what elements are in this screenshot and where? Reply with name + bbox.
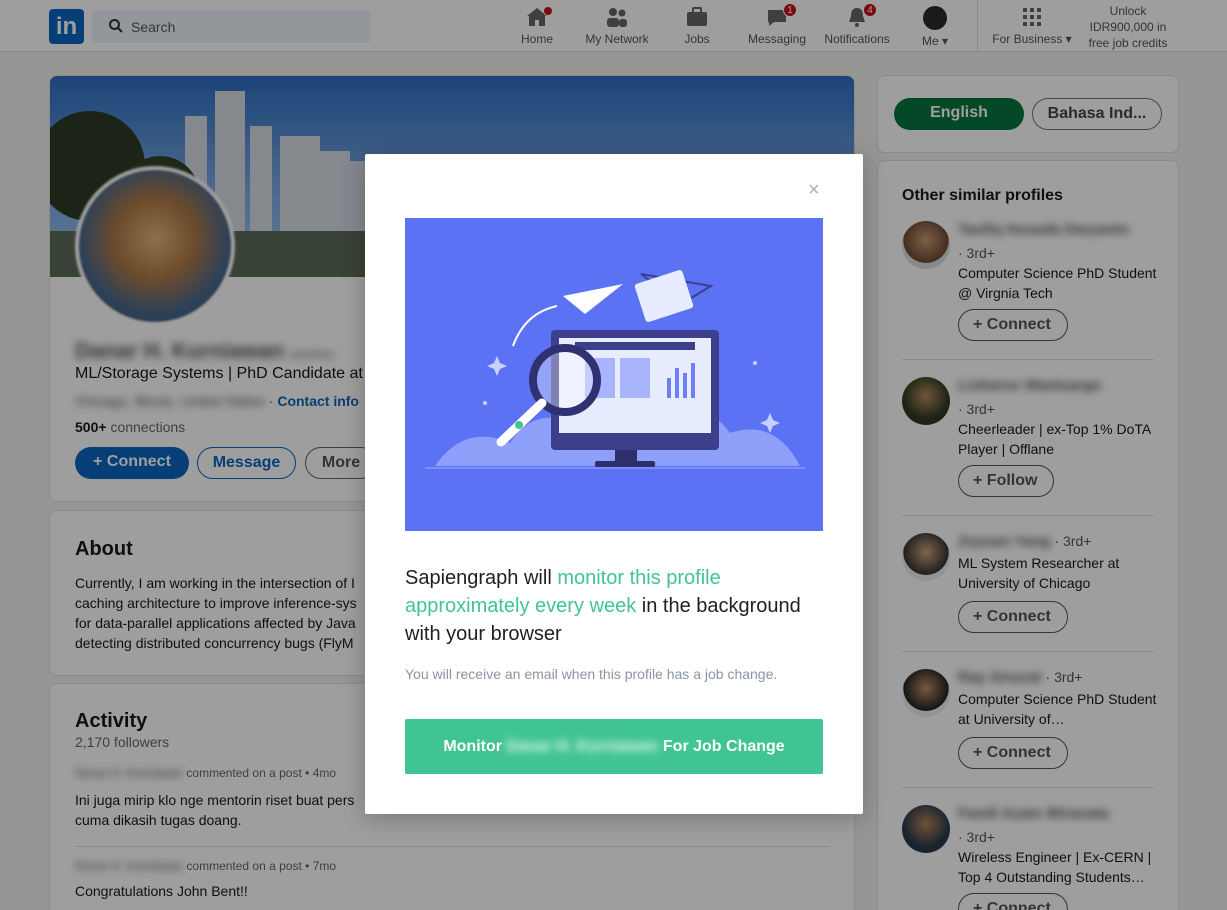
modal-subtitle: You will receive an email when this prof…	[405, 666, 778, 682]
monitor-magnifier-illustration	[425, 270, 805, 469]
monitor-button-label: Monitor	[443, 738, 502, 755]
monitor-job-change-button[interactable]: Monitor Danar H. Kurniawan For Job Chang…	[405, 719, 823, 774]
monitoring-illustration	[405, 218, 823, 531]
monitor-button-label: For Job Change	[662, 738, 785, 755]
sapiengraph-modal: × Sapiengraph will monitor this profile …	[365, 154, 863, 814]
close-icon[interactable]: ×	[808, 179, 820, 202]
modal-title: Sapiengraph will monitor this profile ap…	[405, 564, 835, 648]
modal-title-text: Sapiengraph will	[405, 567, 558, 589]
monitor-button-name: Danar H. Kurniawan	[506, 738, 659, 755]
